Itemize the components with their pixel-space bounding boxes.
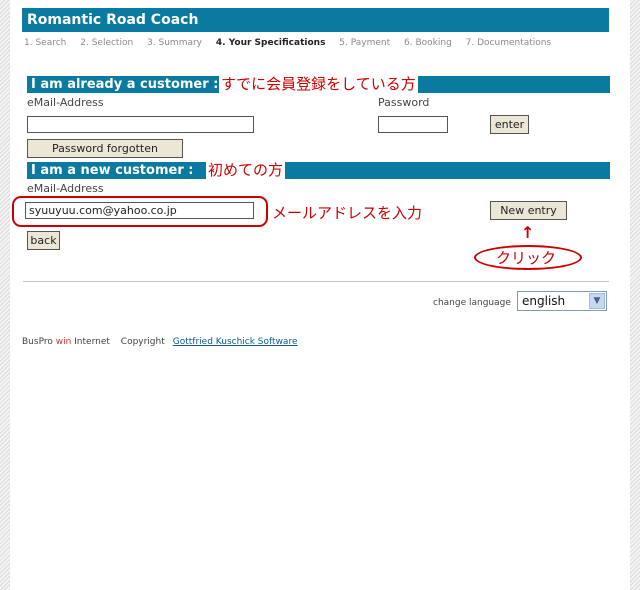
footer-brand-a: BusPro bbox=[22, 337, 56, 347]
left-border bbox=[0, 0, 10, 590]
step-summary: 3. Summary bbox=[147, 38, 203, 48]
step-payment: 5. Payment bbox=[339, 38, 391, 48]
divider bbox=[23, 281, 609, 282]
step-search: 1. Search bbox=[24, 38, 67, 48]
footer-copyright: Copyright bbox=[120, 337, 165, 347]
existing-customer-title: I am already a customer : bbox=[31, 77, 219, 92]
new-email-label: eMail-Address bbox=[27, 182, 104, 195]
step-your-specifications: 4. Your Specifications bbox=[215, 38, 326, 48]
existing-customer-annotation: すでに会員登録をしている方 bbox=[219, 74, 418, 95]
password-input[interactable] bbox=[378, 116, 448, 133]
existing-email-input[interactable] bbox=[27, 116, 254, 133]
step-documentations: 7. Documentations bbox=[465, 38, 552, 48]
language-selected-value: english bbox=[522, 294, 566, 308]
footer: BusPro win Internet Copyright Gottfried K… bbox=[22, 337, 297, 347]
app-title: Romantic Road Coach bbox=[22, 8, 609, 32]
new-customer-annotation: 初めての方 bbox=[206, 160, 286, 181]
new-customer-title: I am a new customer : bbox=[31, 163, 194, 178]
back-button[interactable]: back bbox=[27, 231, 60, 250]
email-input-annotation: メールアドレスを入力 bbox=[272, 204, 423, 222]
new-customer-header: I am a new customer : 初めての方 bbox=[27, 160, 610, 181]
existing-customer-header: I am already a customer : すでに会員登録をしている方 bbox=[27, 74, 610, 95]
new-entry-button[interactable]: New entry bbox=[490, 201, 567, 220]
language-select[interactable]: english ▼ bbox=[517, 291, 607, 311]
up-arrow-icon: ↑ bbox=[521, 223, 535, 242]
existing-email-label: eMail-Address bbox=[27, 96, 104, 109]
new-email-input[interactable] bbox=[25, 202, 254, 219]
change-language-label: change language bbox=[433, 298, 511, 308]
password-label: Password bbox=[378, 96, 430, 109]
right-border bbox=[630, 0, 640, 590]
password-forgotten-button[interactable]: Password forgotten bbox=[27, 139, 183, 158]
step-booking: 6. Booking bbox=[404, 38, 452, 48]
step-breadcrumb: 1. Search 2. Selection 3. Summary 4. You… bbox=[24, 38, 562, 52]
chevron-down-icon[interactable]: ▼ bbox=[589, 293, 605, 309]
footer-brand-win: win bbox=[55, 337, 72, 347]
enter-button[interactable]: enter bbox=[490, 115, 529, 134]
footer-link[interactable]: Gottfried Kuschick Software bbox=[173, 337, 298, 347]
step-selection: 2. Selection bbox=[80, 38, 134, 48]
click-annotation: クリック bbox=[496, 249, 557, 267]
footer-brand-c: Internet bbox=[71, 337, 110, 347]
